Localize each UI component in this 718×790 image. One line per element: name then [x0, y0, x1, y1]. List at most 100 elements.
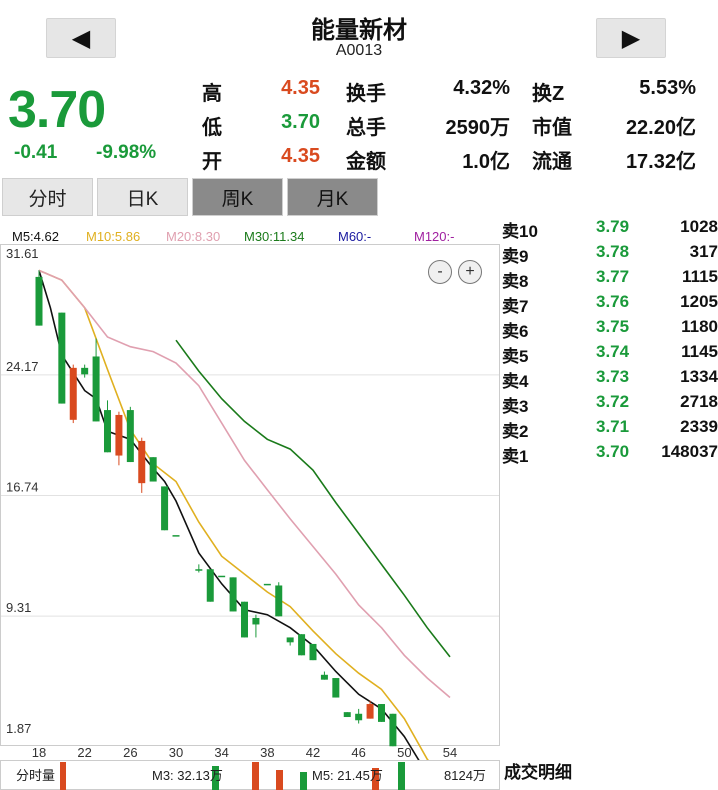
ask-level-volume: 148037 [661, 442, 718, 461]
ask-level-price: 3.76 [596, 292, 630, 311]
y-tick-label: 31.61 [6, 246, 39, 261]
right-triangle-icon: ▶ [621, 24, 641, 52]
volume-bar [398, 762, 405, 790]
zoom-out-button[interactable]: - [428, 260, 452, 284]
candle-body [309, 643, 317, 661]
candle-body [355, 713, 363, 721]
candle-body [206, 569, 214, 602]
x-tick-label: 22 [77, 745, 91, 760]
ask-level-price: 3.77 [596, 267, 630, 286]
ask-level-volume: 317 [689, 242, 718, 261]
y-tick-label: 9.31 [6, 600, 31, 615]
ask-level-price: 3.78 [596, 242, 630, 261]
candle-body [172, 535, 180, 537]
stat-value-amount: 1.0亿 [462, 151, 510, 173]
zoom-in-button[interactable]: + [458, 260, 482, 284]
candle-body [138, 440, 146, 484]
candle-body [104, 410, 111, 453]
candle-body [389, 713, 397, 747]
candle-body [252, 617, 260, 625]
x-tick-label: 46 [351, 745, 365, 760]
ask-level-label: 卖10 [502, 222, 538, 241]
ask-level-volume: 2718 [680, 392, 718, 411]
next-stock-button[interactable]: ▶ [596, 18, 666, 58]
ma-legend-m5: M5:4.62 [12, 229, 59, 244]
candle-body [149, 457, 157, 482]
stat-value-turnover: 4.32% [453, 77, 510, 99]
stat-value-market-cap: 22.20亿 [625, 117, 696, 139]
stat-value-float: 17.32亿 [625, 151, 696, 173]
tab-intraday[interactable]: 分时 [2, 178, 93, 216]
candle-body [320, 674, 328, 680]
volume-strip [0, 760, 500, 790]
ask-level-price: 3.73 [596, 367, 630, 386]
stat-label-float: 流通 [532, 151, 572, 173]
volume-bar [300, 772, 307, 790]
ask-level-price: 3.74 [596, 342, 630, 361]
ask-level-price: 3.79 [596, 217, 630, 236]
tab-monthly-k[interactable]: 月K [287, 178, 378, 216]
candle-body [126, 410, 134, 463]
ask-level-volume: 1205 [680, 292, 718, 311]
ask-level-price: 3.71 [596, 417, 630, 436]
stat-value-total-volume: 2590万 [445, 117, 511, 139]
ask-level-volume: 1180 [681, 317, 718, 336]
stat-label-amount: 金额 [346, 151, 386, 173]
y-tick-label: 16.74 [6, 480, 39, 495]
y-tick-label: 24.17 [6, 359, 39, 374]
stat-label-turnover-z: 换Z [532, 83, 565, 105]
candle-body [378, 704, 385, 722]
candle-body [35, 276, 43, 326]
candle-body [286, 637, 294, 643]
candle-body [218, 575, 226, 578]
volume-bar [252, 762, 259, 790]
ask-level-label: 卖4 [502, 372, 529, 391]
volume-bar [60, 762, 66, 790]
current-price: 3.70 [8, 81, 106, 139]
ma-legend-m60: M60:- [338, 229, 372, 244]
ask-level-label: 卖3 [502, 397, 529, 416]
candle-body [241, 601, 248, 638]
x-tick-label: 50 [397, 745, 411, 760]
x-tick-label: 42 [306, 745, 320, 760]
x-tick-label: 26 [123, 745, 137, 760]
trade-detail-title[interactable]: 成交明细 [504, 758, 572, 783]
stat-value-turnover-z: 5.53% [639, 77, 696, 99]
ask-level-volume: 1334 [680, 367, 718, 386]
stat-label-high: 高 [202, 83, 222, 105]
candlestick-chart[interactable]: 31.61 24.17 16.74 9.31 1.87 18 22 26 30 34 38 42 46… [0, 244, 500, 760]
ma-legend-m120: M120:- [414, 229, 455, 244]
candle-body [275, 585, 283, 617]
ask-level-price: 3.72 [596, 392, 630, 411]
stat-label-market-cap: 市值 [532, 117, 572, 139]
stat-value-open: 4.35 [281, 145, 320, 167]
candle-body [229, 577, 237, 612]
tab-daily-k[interactable]: 日K [97, 178, 188, 216]
ask-level-price: 3.70 [596, 442, 630, 461]
stat-label-turnover: 换手 [346, 83, 386, 105]
tab-weekly-k[interactable]: 周K [192, 178, 283, 216]
ask-level-volume: 1115 [682, 267, 718, 286]
ask-level-label: 卖2 [502, 422, 529, 441]
candle-body [161, 486, 169, 531]
volume-bar [276, 770, 283, 790]
stat-label-low: 低 [202, 117, 222, 139]
candle-body [69, 367, 77, 420]
stat-label-open: 开 [202, 151, 222, 173]
plus-icon: + [465, 263, 475, 280]
volume-m5: M5: 21.45万 [312, 768, 383, 783]
x-tick-label: 34 [214, 745, 228, 760]
candle-body [263, 583, 271, 586]
ask-level-label: 卖6 [502, 322, 529, 341]
price-change: -0.41 [14, 142, 58, 163]
x-axis-labels: 18 22 26 30 34 38 42 46 50 54 [32, 745, 457, 760]
ask-level-volume: 2339 [680, 417, 718, 436]
ma-legend-m20: M20:8.30 [166, 229, 221, 244]
volume-label[interactable]: 分时量 [16, 765, 55, 784]
ask-level-volume: 1028 [680, 217, 718, 236]
candle-body [298, 634, 306, 656]
stat-value-high: 4.35 [281, 77, 320, 99]
ask-level-label: 卖8 [502, 272, 529, 291]
candle-body [332, 678, 340, 698]
candle-body [81, 367, 89, 375]
